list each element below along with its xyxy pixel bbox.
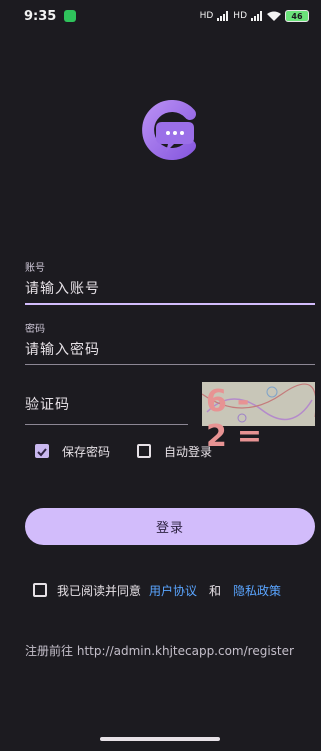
status-bar: 9:35 HD HD 46 [0,0,321,32]
save-password-label[interactable]: 保存密码 [62,443,110,460]
captcha-image[interactable]: 6-2= [201,382,317,454]
password-label: 密码 [25,324,45,335]
app-logo-icon [142,100,196,160]
network-label: HD [199,11,214,21]
agreement-row: 我已阅读并同意 用户协议 和 隐私政策 [33,581,281,599]
wechat-notification-icon [64,10,77,22]
captcha-text: 6-2= [206,384,273,454]
agreement-checkbox[interactable] [33,583,47,597]
user-agreement-link[interactable]: 用户协议 [149,582,197,599]
agreement-and: 和 [209,583,222,598]
status-time: 9:35 [24,8,57,24]
status-left: 9:35 [24,8,77,24]
register-url[interactable]: http://admin.khjtecapp.com/register [77,644,294,658]
login-button[interactable]: 登录 [25,508,315,545]
register-prefix: 注册前往 [25,644,74,658]
account-underline [25,303,315,305]
network-label-2: HD [233,11,247,21]
status-icons: HD HD 46 [200,10,309,22]
battery-icon: 46 [285,10,309,22]
check-icon [37,448,47,457]
register-hint: 注册前往 http://admin.khjtecapp.com/register [25,642,294,659]
save-password-checkbox[interactable] [35,444,49,458]
signal-icon-2 [251,11,262,21]
agreement-prefix: 我已阅读并同意 [57,583,142,598]
account-input[interactable]: 请输入账号 [25,274,315,302]
privacy-policy-link[interactable]: 隐私政策 [233,582,281,599]
auto-login-label[interactable]: 自动登录 [164,443,212,460]
account-label: 账号 [25,263,45,274]
signal-icon [217,11,229,21]
captcha-input[interactable]: 验证码 [25,390,185,418]
gesture-nav-handle[interactable] [100,737,220,741]
password-underline [25,364,315,365]
wifi-icon [267,11,281,21]
auto-login-checkbox[interactable] [137,444,151,458]
captcha-underline [25,424,188,425]
password-input[interactable]: 请输入密码 [25,335,315,363]
